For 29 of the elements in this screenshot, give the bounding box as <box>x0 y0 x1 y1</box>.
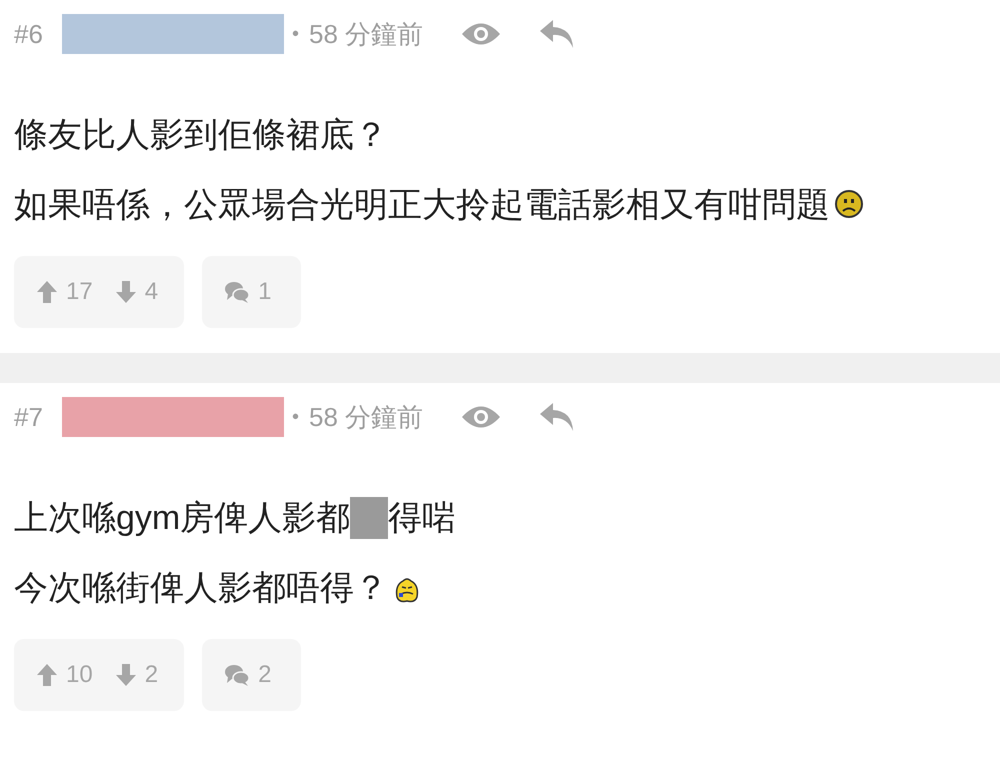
reply-icon <box>539 19 576 49</box>
replies-button[interactable]: 1 <box>202 256 302 328</box>
post-number: #7 <box>14 402 44 432</box>
post-text: 條友比人影到佢條裙底？ <box>14 115 388 156</box>
eye-icon <box>461 404 502 430</box>
downvote-button[interactable]: 2 <box>92 639 184 711</box>
post-text: 得啱 <box>388 498 456 539</box>
post-number: #6 <box>14 18 44 50</box>
separator-dot: • <box>292 406 300 428</box>
post-text: 如果唔係，公眾場合光明正大拎起電話影相又有咁問題 <box>14 185 830 226</box>
down-arrow-icon <box>114 663 137 687</box>
redacted-word <box>350 497 388 539</box>
post-time: 58 分鐘前 <box>309 400 424 434</box>
post-time: 58 分鐘前 <box>309 18 424 50</box>
up-arrow-icon <box>36 663 58 687</box>
reply-icon <box>539 402 576 432</box>
up-arrow-icon <box>36 280 58 304</box>
eye-icon <box>461 21 502 47</box>
speech-bubbles-icon <box>224 281 250 303</box>
post-text: 今次喺街俾人影都唔得？ <box>14 568 388 609</box>
separator-dot: • <box>292 22 300 46</box>
post-text: 上次喺gym房俾人影都 <box>14 498 350 539</box>
upvote-button[interactable]: 17 <box>14 256 93 328</box>
emoticon-icon <box>834 190 864 220</box>
upvote-button[interactable]: 10 <box>14 639 93 711</box>
downvote-button[interactable]: 4 <box>92 256 184 328</box>
speech-bubbles-icon <box>224 664 250 686</box>
down-arrow-icon <box>114 280 137 304</box>
replies-button[interactable]: 2 <box>202 639 302 711</box>
